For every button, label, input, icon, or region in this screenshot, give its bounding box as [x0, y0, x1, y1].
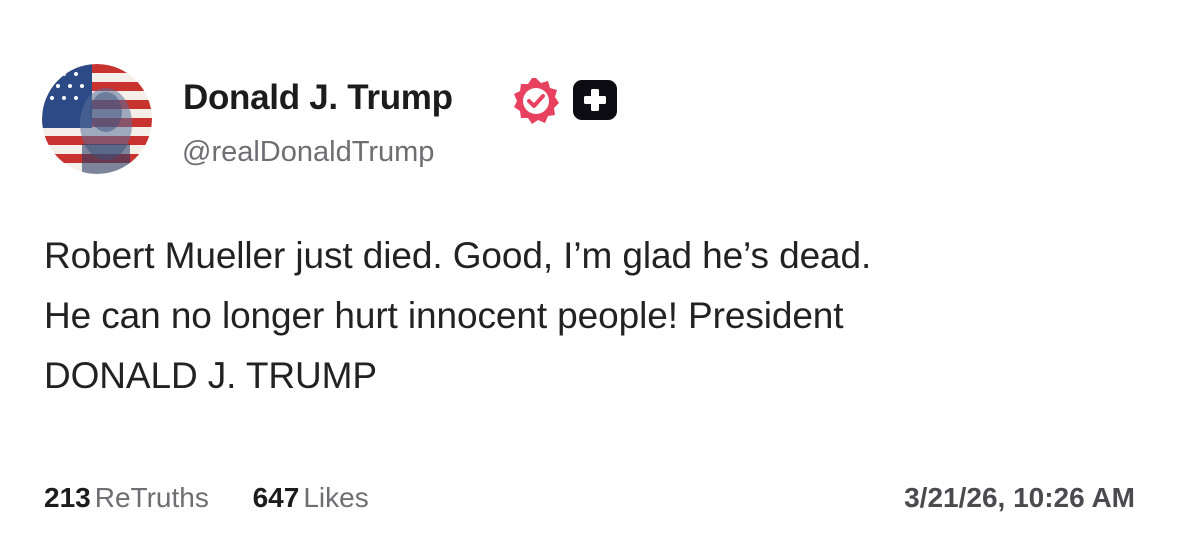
likes-label: Likes: [303, 482, 369, 513]
post-stats: 213 ReTruths 647 Likes: [44, 482, 369, 514]
retruths-label: ReTruths: [94, 482, 209, 513]
user-handle[interactable]: @realDonaldTrump: [182, 136, 434, 169]
post-timestamp[interactable]: 3/21/26, 10:26 AM: [904, 482, 1135, 514]
post-text: Robert Mueller just died. Good, I’m glad…: [44, 226, 1164, 406]
post-text-line: Robert Mueller just died. Good, I’m glad…: [44, 235, 872, 276]
post-text-line: He can no longer hurt innocent people! P…: [44, 295, 844, 336]
post-text-line: DONALD J. TRUMP: [44, 355, 377, 396]
verified-badge-icon: [511, 76, 561, 126]
flag-portrait-avatar-icon: [42, 64, 152, 174]
retruths-count: 213: [44, 482, 91, 513]
plus-badge-icon: [571, 78, 619, 122]
likes-count: 647: [252, 482, 300, 513]
display-name[interactable]: Donald J. Trump: [183, 78, 453, 118]
avatar[interactable]: [42, 64, 152, 174]
post-card: Donald J. Trump @realDonaldTrump Robert …: [0, 0, 1179, 535]
likes-stat[interactable]: 647 Likes: [253, 482, 369, 514]
retruths-stat[interactable]: 213 ReTruths: [44, 482, 209, 514]
